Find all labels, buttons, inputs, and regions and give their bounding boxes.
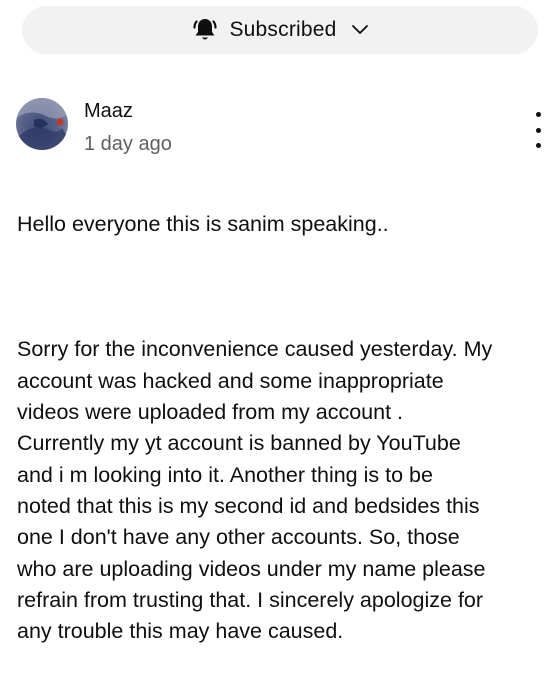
comment-author[interactable]: Maaz <box>84 100 133 123</box>
comment-message: Sorry for the inconvenience caused yeste… <box>17 337 493 644</box>
more-vert-icon[interactable] <box>530 112 546 148</box>
comment-body: Hello everyone this is sanim speaking.. … <box>17 178 547 679</box>
comment-timestamp: 1 day ago <box>84 133 172 155</box>
subscribed-button[interactable]: Subscribed <box>22 6 538 54</box>
bell-icon <box>191 16 219 44</box>
avatar[interactable] <box>16 98 68 150</box>
chevron-down-icon <box>351 24 369 36</box>
subscribed-label: Subscribed <box>229 18 337 41</box>
comment-greeting: Hello everyone this is sanim speaking.. <box>17 212 389 237</box>
